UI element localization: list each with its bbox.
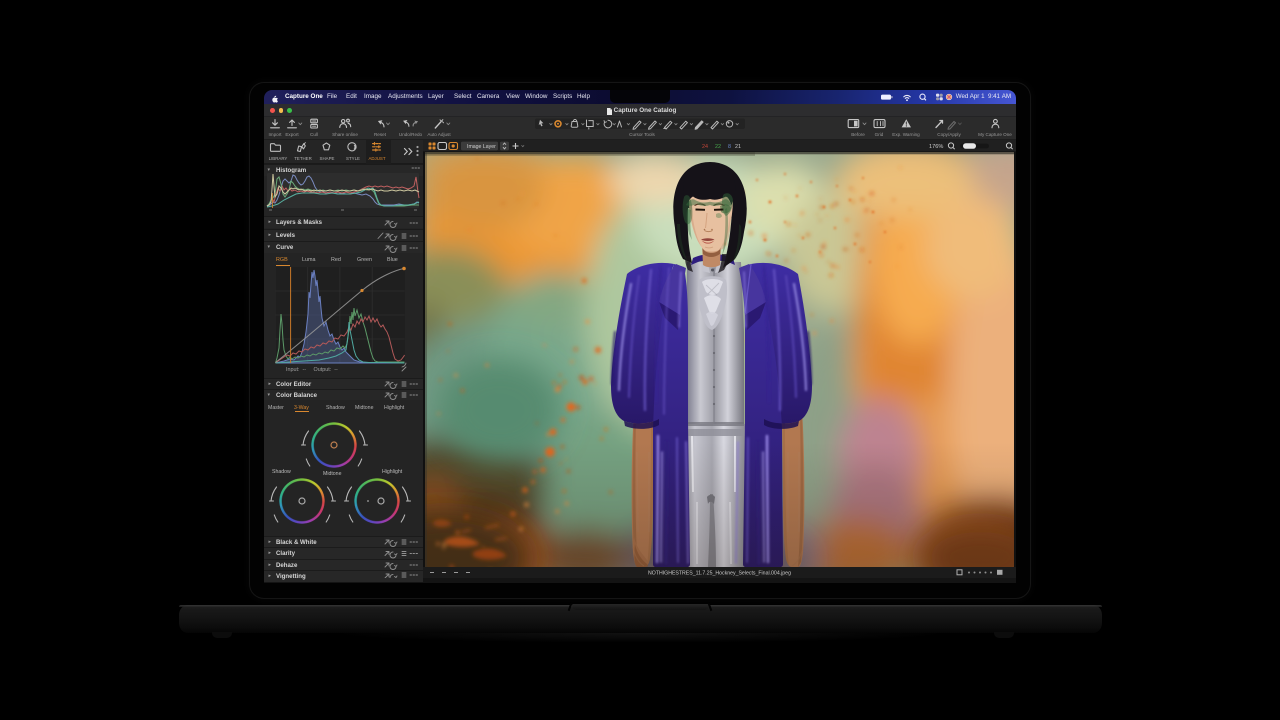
svg-text:21: 21: [735, 144, 741, 150]
svg-text:22: 22: [715, 144, 721, 150]
svg-text:Image Layer: Image Layer: [467, 144, 496, 150]
svg-text:24: 24: [702, 144, 708, 150]
svg-text:176%: 176%: [929, 144, 943, 150]
svg-text:8: 8: [728, 144, 731, 150]
svg-text:NOTHIGHESTRES_11.7.25_Hockney_: NOTHIGHESTRES_11.7.25_Hockney_Selects_Fi…: [648, 571, 791, 577]
